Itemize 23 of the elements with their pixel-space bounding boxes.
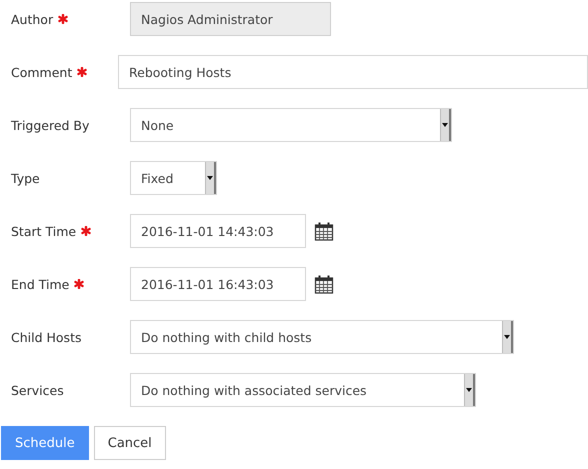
field-label: Child Hosts — [11, 330, 82, 344]
field-label: Triggered By — [11, 118, 90, 132]
field-label: Type — [11, 170, 40, 186]
caret-icon — [466, 388, 472, 392]
date-field[interactable]: 2016-11-01 16:43:03 — [130, 267, 306, 301]
field-label: Comment — [11, 64, 72, 80]
field-label: End Time — [11, 276, 70, 292]
dropdown[interactable]: Do nothing with child hosts — [130, 320, 514, 354]
input-field[interactable]: Rebooting Hosts — [118, 55, 588, 89]
input-field[interactable]: Nagios Administrator — [130, 2, 331, 36]
dropdown[interactable]: Fixed — [130, 161, 217, 195]
cancel-button[interactable]: Cancel — [94, 426, 166, 460]
field-label: Start Time — [11, 224, 76, 238]
dropdown[interactable]: Do nothing with associated services — [130, 373, 476, 407]
field-label: Author — [11, 12, 54, 26]
caret-icon — [504, 335, 510, 339]
calendar-icon[interactable] — [314, 221, 334, 241]
calendar-icon[interactable] — [314, 274, 334, 294]
dropdown[interactable]: None — [130, 108, 452, 142]
date-field[interactable]: 2016-11-01 14:43:03 — [130, 214, 306, 248]
field-label: Services — [11, 382, 64, 398]
caret-icon — [207, 176, 213, 180]
caret-icon — [442, 123, 448, 127]
